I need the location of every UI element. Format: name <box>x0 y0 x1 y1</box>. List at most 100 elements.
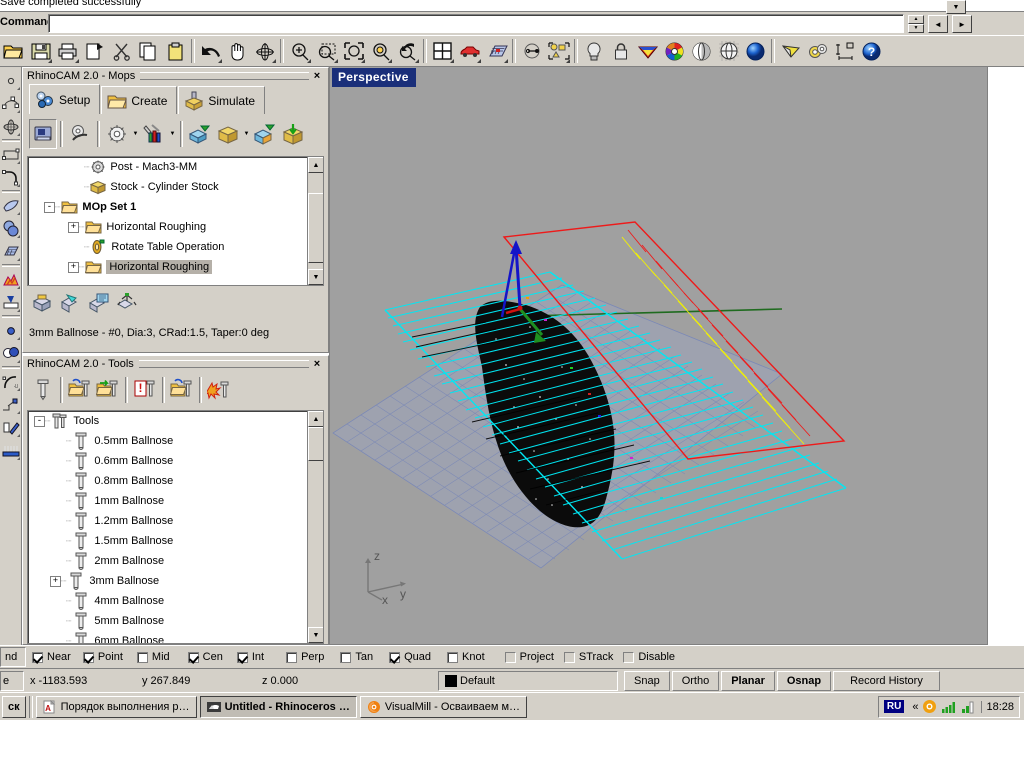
osnap-project[interactable]: Project <box>504 651 554 663</box>
osnap-disable[interactable]: Disable <box>623 651 675 663</box>
toggle-record-history[interactable]: Record History <box>833 670 940 691</box>
lock-icon[interactable] <box>608 38 633 64</box>
zoom-previous-icon[interactable] <box>395 38 420 64</box>
tray-expand-button[interactable]: « <box>912 701 918 713</box>
tools-tree-view[interactable]: - ┈ Tools ┈ 0.5mm Ballnose ┈ 0.6mm Balln… <box>27 410 324 644</box>
tree-item-stock[interactable]: ┈ Stock - Cylinder Stock <box>28 177 306 197</box>
osnap-perp[interactable]: Perp <box>286 651 324 663</box>
tree-expander-expand[interactable]: + <box>50 575 61 587</box>
paint-icon[interactable] <box>1 416 21 439</box>
tools-tree-scrollbar[interactable]: ▲ ▼ <box>307 411 323 643</box>
render-car-icon[interactable] <box>457 38 482 64</box>
tree-item-mopset[interactable]: - ┈ MOp Set 1 <box>28 197 306 217</box>
osnap-tan[interactable]: Tan <box>340 651 373 663</box>
checkbox[interactable] <box>136 651 148 663</box>
command-prev-button[interactable]: ◄ <box>928 15 948 33</box>
tree-expander-expand[interactable]: + <box>68 221 79 233</box>
osnap-knot[interactable]: Knot <box>447 651 485 663</box>
checkbox[interactable] <box>340 651 352 663</box>
list-item[interactable]: ┈ 1.2mm Ballnose <box>28 511 306 531</box>
command-next-button[interactable]: ► <box>952 15 972 33</box>
paste-icon[interactable] <box>163 38 188 64</box>
checkbox[interactable] <box>623 651 635 663</box>
tree-item-post[interactable]: ┈ Post - Mach3-MM <box>28 157 306 177</box>
command-spinner[interactable]: ▲ ▼ <box>908 15 924 33</box>
command-spinner-down[interactable]: ▼ <box>908 24 924 33</box>
trim-icon[interactable] <box>1 291 21 314</box>
toggle-ortho[interactable]: Ortho <box>671 670 720 691</box>
list-item[interactable]: ┈ 5mm Ballnose <box>28 611 306 631</box>
save-icon[interactable] <box>28 38 53 64</box>
point-icon[interactable] <box>1 69 21 92</box>
scroll-thumb[interactable] <box>308 193 323 263</box>
osnap-cen[interactable]: Cen <box>187 651 223 663</box>
tree-expander-collapse[interactable]: - <box>34 415 45 427</box>
command-input[interactable] <box>48 14 904 33</box>
close-icon[interactable]: × <box>309 69 325 83</box>
tree-expander-collapse[interactable]: - <box>44 201 55 213</box>
zoom-extents-icon[interactable] <box>341 38 366 64</box>
pan-hand-icon[interactable] <box>225 38 250 64</box>
shade-icon[interactable] <box>689 38 714 64</box>
material-icon[interactable] <box>635 38 660 64</box>
save-tool-library-icon[interactable] <box>94 375 122 405</box>
perspective-viewport[interactable]: Perspective z y x <box>329 66 988 645</box>
zoom-selected-icon[interactable] <box>368 38 393 64</box>
stock-gear-dropdown[interactable]: ▼ <box>131 120 140 148</box>
color-wheel-icon[interactable] <box>662 38 687 64</box>
tree-expander-expand[interactable]: + <box>68 261 79 273</box>
tools-setup-dropdown[interactable]: ▼ <box>168 120 177 148</box>
list-item[interactable]: + ┈ 3mm Ballnose <box>28 571 306 591</box>
stock-gear-icon[interactable] <box>103 119 131 149</box>
checkbox[interactable] <box>389 651 401 663</box>
language-indicator[interactable]: RU <box>883 700 905 713</box>
osnap-strack[interactable]: STrack <box>563 651 613 663</box>
load-tool-icon[interactable] <box>168 375 196 405</box>
taskbar-item-visualmill[interactable]: VisualMill - Осваиваем м… <box>359 695 528 718</box>
cut-copy-paste-icon[interactable] <box>82 38 107 64</box>
tools-panel-titlebar[interactable]: RhinoCAM 2.0 - Tools × <box>23 356 328 372</box>
scroll-up-button[interactable]: ▲ <box>308 411 323 427</box>
list-item[interactable]: ┈ 0.8mm Ballnose <box>28 471 306 491</box>
osnap-int[interactable]: Int <box>236 651 264 663</box>
help-icon[interactable]: ? <box>859 38 884 64</box>
array-icon[interactable] <box>1 439 21 462</box>
explode-icon[interactable] <box>1 268 21 291</box>
tree-item-horizontal-roughing-2[interactable]: + ┈ Horizontal Roughing <box>28 257 306 277</box>
start-button[interactable]: ск <box>2 695 26 718</box>
tool-properties-icon[interactable]: ! <box>131 375 159 405</box>
viewport-title[interactable]: Perspective <box>332 68 416 87</box>
rectangle-icon[interactable] <box>1 143 21 166</box>
layer-indicator[interactable]: Default <box>438 670 618 691</box>
cut-scissors-icon[interactable] <box>109 38 134 64</box>
delete-tool-icon[interactable] <box>205 375 233 405</box>
tab-create[interactable]: Create <box>101 86 178 114</box>
select-objects-icon[interactable] <box>546 38 571 64</box>
clock[interactable]: 18:28 <box>981 700 1014 713</box>
generate-icon[interactable] <box>186 119 214 149</box>
list-item[interactable]: ┈ 4mm Ballnose <box>28 591 306 611</box>
mop-post-icon[interactable] <box>113 288 141 318</box>
mops-tree-view[interactable]: ┈ Post - Mach3-MM ┈ Stock - Cylinder Sto… <box>27 156 324 286</box>
flat-shade-icon[interactable] <box>778 38 803 64</box>
checkbox[interactable] <box>447 651 458 663</box>
stock-box-dropdown[interactable]: ▼ <box>242 120 251 148</box>
tree-item-horizontal-roughing-1[interactable]: + ┈ Horizontal Roughing <box>28 217 306 237</box>
render-sphere-icon[interactable] <box>743 38 768 64</box>
tab-simulate[interactable]: Simulate <box>178 86 266 114</box>
mops-tree-scrollbar[interactable]: ▲ ▼ <box>307 157 323 285</box>
copy-icon[interactable] <box>136 38 161 64</box>
toggle-osnap[interactable]: Osnap <box>776 670 832 691</box>
tools-panel-gripper[interactable] <box>138 360 309 368</box>
point-line-icon[interactable] <box>519 38 544 64</box>
circle-icon[interactable] <box>1 319 21 342</box>
taskbar-item-pdf[interactable]: A Порядок выполнения р… <box>35 695 197 718</box>
open-icon[interactable] <box>1 38 26 64</box>
osnap-quad[interactable]: Quad <box>389 651 431 663</box>
list-item[interactable]: ┈ 0.5mm Ballnose <box>28 431 306 451</box>
arc-dim-icon[interactable] <box>1 370 21 393</box>
mop-simulate-icon[interactable] <box>57 288 85 318</box>
mop-list-icon[interactable] <box>85 288 113 318</box>
mops-panel-gripper[interactable] <box>140 72 309 80</box>
four-viewport-icon[interactable] <box>430 38 455 64</box>
